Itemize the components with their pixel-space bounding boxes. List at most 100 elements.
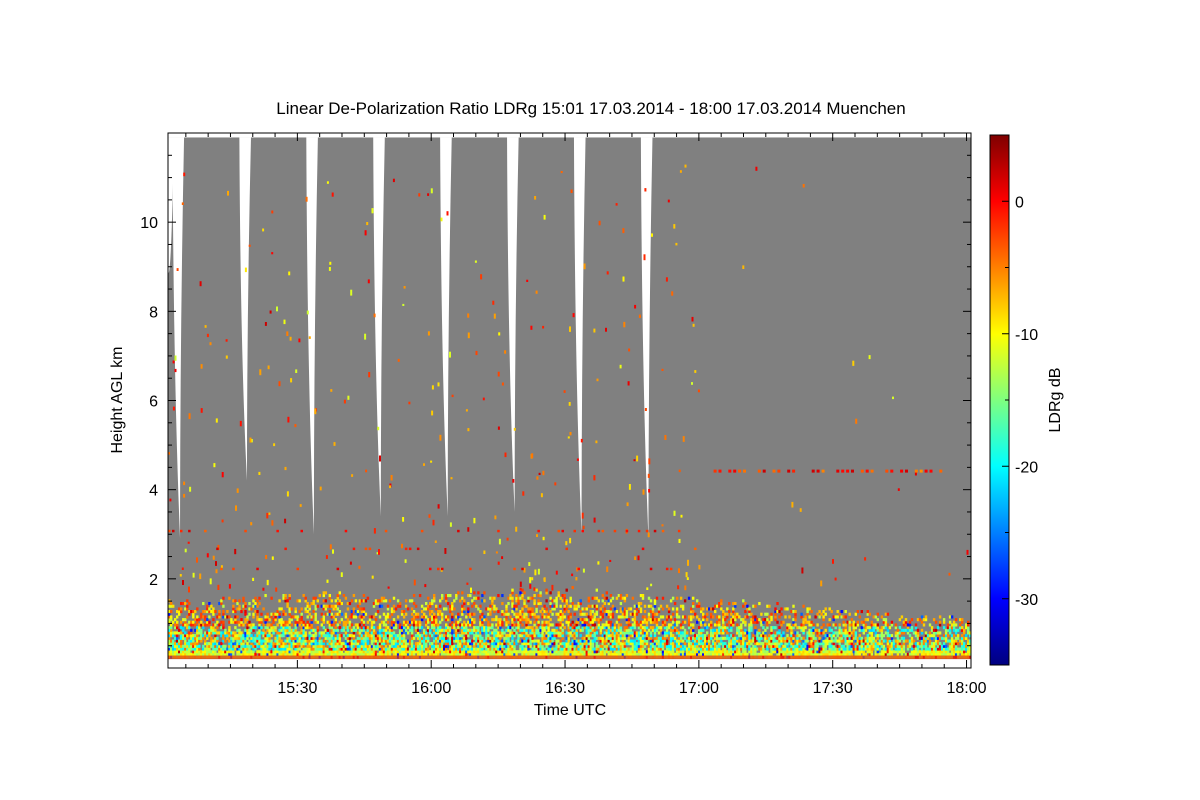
ldr-cell [607, 650, 610, 654]
ldr-cell [557, 591, 560, 595]
ldr-cell [665, 604, 669, 608]
ldr-cell [848, 620, 851, 624]
ldr-cell [673, 602, 677, 606]
ldr-cell [260, 639, 263, 643]
ldr-cell [635, 620, 639, 624]
ldr-cell [601, 615, 604, 619]
ldr-cell [890, 636, 894, 640]
ldr-cell [894, 626, 898, 630]
ldr-cell [286, 620, 289, 624]
ldr-cell [457, 591, 460, 595]
ldr-cell [609, 607, 613, 611]
ldr-cell [876, 634, 879, 638]
ldr-cell [744, 647, 747, 651]
ldr-cell [238, 604, 241, 608]
ldr-cell [334, 626, 337, 630]
ldr-cell [463, 620, 466, 624]
ldr-cell [718, 647, 721, 651]
ldr-cell [262, 607, 265, 611]
ldr-cell [571, 586, 574, 590]
ldr-cell [513, 634, 516, 638]
ldr-cell [812, 634, 815, 638]
ldr-cell [296, 644, 299, 648]
ldr-cell [587, 636, 590, 640]
ldr-cell [687, 639, 691, 643]
ldr-cell [798, 634, 801, 638]
ldr-cell [732, 644, 735, 648]
ldr-cell [822, 631, 825, 635]
ldr-cell [214, 634, 217, 638]
ldr-cell [334, 604, 337, 608]
ldr-cell [366, 620, 370, 624]
ldr-cell [429, 604, 432, 608]
ldr-cell [340, 602, 343, 606]
ldr-cell [451, 602, 454, 606]
ldr-cell [286, 604, 289, 608]
ldr-cell [290, 647, 293, 651]
ldr-cell [687, 647, 691, 651]
ldr-cell [595, 612, 598, 616]
ldr-cell [726, 615, 729, 619]
ldr-cell [848, 644, 851, 648]
ldr-cell [246, 626, 249, 630]
ldr-cell [208, 620, 211, 624]
ldr-cell [573, 636, 576, 640]
ldr-cell [342, 634, 346, 638]
ldr-cell [400, 612, 404, 616]
ldr-cell [286, 599, 289, 603]
ldr-cell [890, 647, 894, 651]
ldr-cell [619, 602, 623, 606]
ldr-cell [244, 604, 247, 608]
ldr-cell [569, 612, 572, 616]
ldr-cell [702, 628, 705, 632]
ldr-cell [683, 644, 687, 648]
ldr-cell [288, 596, 291, 600]
ldr-cell [507, 612, 510, 616]
ldr-cell [597, 599, 600, 603]
ldr-cell [332, 615, 335, 619]
ldr-cell [252, 615, 255, 619]
ldr-cell [286, 623, 289, 627]
ldr-cell [507, 636, 510, 640]
ldr-cell [607, 602, 610, 606]
ldr-cell [232, 604, 235, 608]
ldr-cell [669, 615, 673, 619]
ldr-cell [559, 610, 562, 614]
ldr-cell [521, 623, 524, 627]
ldr-cell [467, 634, 470, 638]
ldr-cell [834, 623, 837, 627]
ldr-cell [605, 591, 608, 595]
ldr-cell [575, 634, 578, 638]
ldr-cell [501, 639, 504, 643]
ldr-cell [326, 628, 329, 632]
ldr-cell [702, 618, 705, 622]
ldr-cell [286, 626, 289, 630]
ldr-cell [533, 623, 536, 627]
ldr-cell [308, 612, 311, 616]
ldr-cell [836, 634, 839, 638]
ldr-cell [555, 650, 558, 654]
ldr-cell [208, 602, 211, 606]
ldr-cell [216, 636, 219, 640]
ldr-cell [266, 615, 269, 619]
ldr-cell [384, 599, 388, 603]
ldr-cell [394, 647, 398, 651]
ldr-cell [427, 636, 430, 640]
ldr-cell [653, 644, 657, 648]
ldr-cell [234, 631, 237, 635]
ldr-cell [537, 615, 540, 619]
ldr-cell [802, 636, 805, 640]
ldr-cell [545, 591, 548, 595]
ldr-cell [824, 644, 827, 648]
ldr-cell [696, 615, 699, 619]
ldr-cell [615, 610, 619, 614]
ldr-cell [555, 626, 558, 630]
ldr-cell [186, 604, 189, 608]
ldr-cell [242, 596, 245, 600]
ldr-cell [234, 634, 237, 638]
ldr-cell [754, 615, 757, 619]
ldr-cell [298, 636, 301, 640]
ldr-cell [549, 602, 552, 606]
ldr-cell [511, 626, 514, 630]
ldr-cell [210, 604, 213, 608]
